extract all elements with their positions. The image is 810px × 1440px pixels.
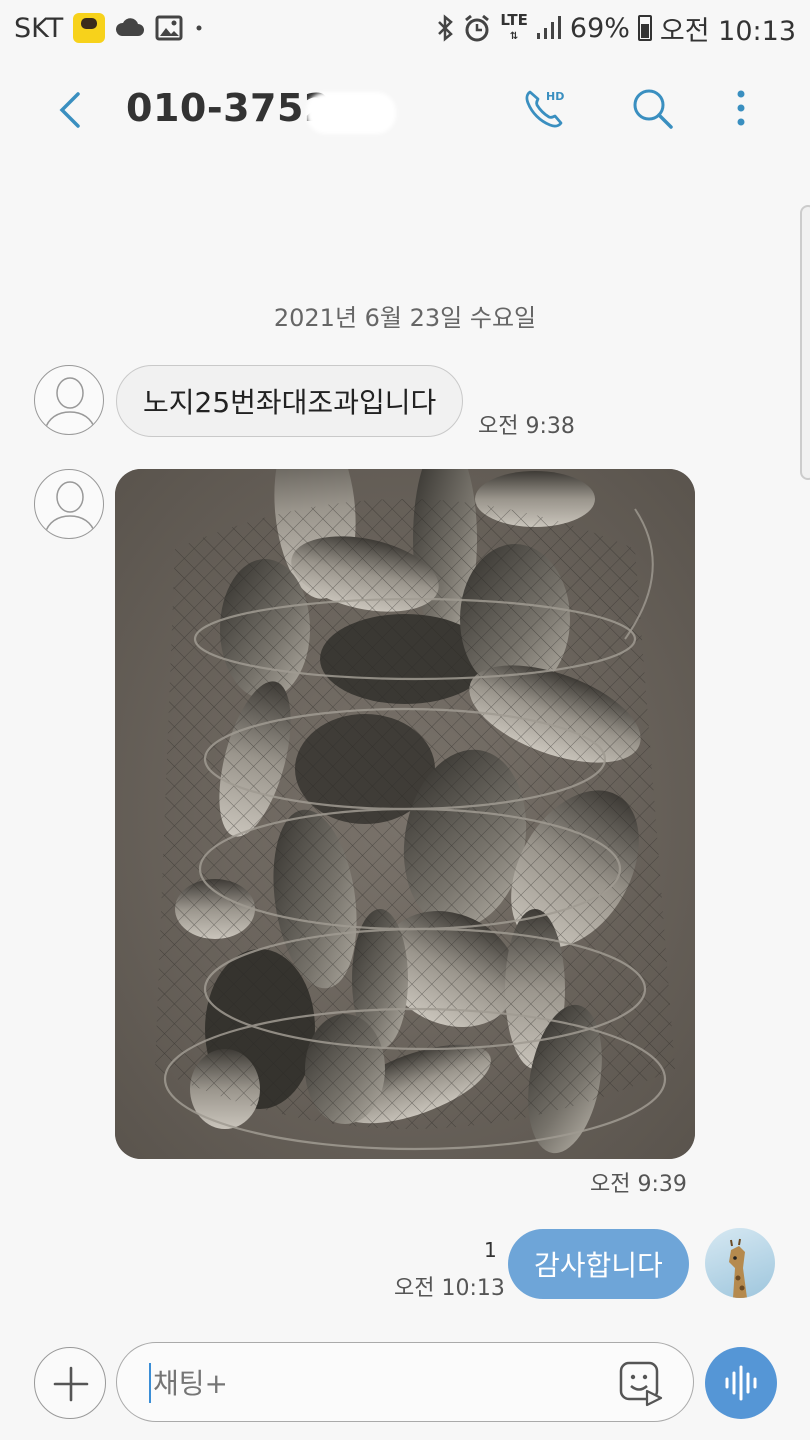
alarm-icon	[465, 14, 490, 42]
message-text: 노지25번좌대조과입니다	[143, 386, 437, 419]
search-icon[interactable]	[628, 84, 678, 134]
status-bar: SKT LTE ⇅ 69% 오전 10:13	[0, 0, 810, 56]
person-icon	[44, 481, 96, 535]
back-icon[interactable]	[52, 88, 92, 132]
attach-button[interactable]	[34, 1347, 106, 1419]
message-time: 오전 10:13	[394, 1276, 505, 1301]
message-time: 오전 9:39	[590, 1172, 687, 1197]
message-text: 감사합니다	[534, 1249, 663, 1282]
sticker-icon[interactable]	[617, 1359, 665, 1407]
contact-avatar[interactable]	[34, 365, 104, 435]
hd-call-icon[interactable]: HD	[520, 84, 570, 134]
voice-input-button[interactable]	[705, 1347, 777, 1419]
kakao-notification-icon	[73, 13, 106, 43]
network-type-label: LTE ⇅	[500, 10, 528, 42]
bluetooth-icon	[438, 14, 454, 42]
unread-count: 1	[484, 1238, 497, 1262]
svg-text:HD: HD	[546, 90, 564, 103]
battery-icon	[637, 15, 652, 41]
giraffe-icon	[729, 1238, 747, 1298]
message-input[interactable]	[149, 1363, 589, 1403]
carrier-label: SKT	[14, 12, 64, 44]
gallery-icon	[155, 15, 183, 41]
message-time: 오전 9:38	[478, 414, 575, 439]
fish-catch-photo	[115, 469, 695, 1159]
incoming-message-bubble[interactable]: 노지25번좌대조과입니다	[116, 365, 464, 437]
message-composer	[116, 1342, 694, 1422]
my-avatar[interactable]	[705, 1228, 775, 1298]
cloud-icon	[116, 18, 145, 36]
status-clock: 오전 10:13	[659, 15, 796, 47]
contact-avatar[interactable]	[34, 469, 104, 539]
date-divider: 2021년 6월 23일 수요일	[273, 304, 537, 332]
signal-icon	[536, 16, 561, 39]
waveform-icon	[725, 1365, 757, 1401]
battery-percent: 69%	[569, 12, 630, 44]
outgoing-message-bubble[interactable]: 감사합니다	[508, 1229, 689, 1299]
image-message[interactable]	[115, 469, 695, 1159]
dot-icon	[196, 25, 202, 31]
more-vert-icon[interactable]	[716, 84, 766, 134]
person-icon	[44, 377, 96, 431]
plus-icon	[53, 1366, 89, 1402]
conversation-header: 010-3752- HD	[0, 70, 810, 150]
redaction-mask	[306, 92, 396, 134]
scroll-handle[interactable]	[800, 205, 810, 480]
